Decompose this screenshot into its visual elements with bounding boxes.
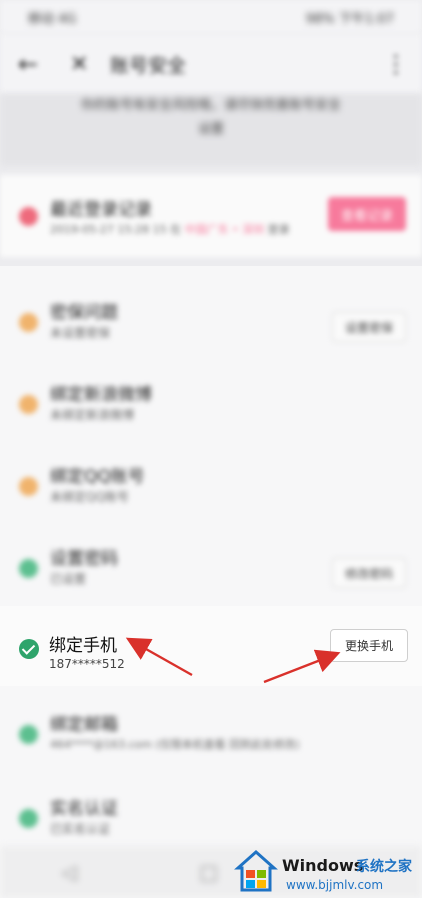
list-item-realname[interactable]: 实名认证 已实名认证 [0,772,422,852]
status-left: 移动 4G [28,11,77,27]
list-item-email[interactable]: 绑定邮箱 464****@163.com (仅限本机查看 回到此处修改) [0,688,422,768]
list-item-sub: 未绑定QQ账号 [50,490,129,504]
list-item-qq[interactable]: 绑定QQ账号 未绑定QQ账号 [0,440,422,520]
phone-number: 187*****512 [49,657,125,671]
list-item-title: 绑定邮箱 [50,715,118,735]
more-options-icon[interactable]: ⋮ [384,50,408,78]
security-tip-banner: 你的账号有安全风险哦，请尽快完善账号安全 设置 [0,94,422,166]
security-settings-card: 密保问题 未设置密保 设置密保 绑定新浪微博 未绑定新浪微博 绑定QQ账号 未绑… [0,266,422,898]
page-title: 账号安全 [110,54,187,77]
list-item-title: 绑定QQ账号 [50,467,145,487]
list-item-password[interactable]: 设置密码 已设置 修改密码 [0,522,422,602]
warning-dot-icon [19,395,38,414]
login-record-detail: 2019-05-27 15:28 15 在 中国广东 • 深圳 登录 [50,223,290,236]
watermark-cn: 系统之家 [356,859,412,875]
list-item-title: 设置密码 [50,549,118,569]
list-item-sub: 已实名认证 [50,822,111,836]
list-item-sub: 464****@163.com (仅限本机查看 回到此处修改) [50,738,300,751]
list-item-sub: 未绑定新浪微博 [50,408,135,422]
warning-dot-icon [19,313,38,332]
ok-dot-icon [19,725,38,744]
warning-dot-icon [19,477,38,496]
watermark-url: www.bjjmlv.com [286,878,384,892]
check-circle-icon [19,639,39,659]
ok-dot-icon [19,559,38,578]
ok-dot-icon [19,809,38,828]
list-item-sub: 未设置密保 [50,326,111,340]
tip-line-2: 设置 [197,122,224,137]
watermark-brand: Windows [282,856,364,875]
tip-line-1: 你的账号有安全风险哦，请尽快完善账号安全 [80,98,341,113]
login-record-card: 最近登录记录 2019-05-27 15:28 15 在 中国广东 • 深圳 登… [0,175,422,257]
login-record-title: 最近登录记录 [50,200,152,220]
list-item-title: 实名认证 [50,799,118,819]
windows-logo-icon [234,850,278,892]
change-password-button[interactable]: 修改密码 [331,558,406,588]
list-item-weibo[interactable]: 绑定新浪微博 未绑定新浪微博 [0,358,422,438]
nav-back-icon[interactable]: ◁ [61,860,76,884]
status-right: 98% 下午1:07 [305,11,394,27]
list-item-title: 绑定新浪微博 [50,385,152,405]
bind-phone-title: 绑定手机 [49,636,117,656]
status-bar: 移动 4G 98% 下午1:07 [0,0,422,34]
list-item-sub: 已设置 [50,572,87,586]
list-item-title: 密保问题 [50,303,118,323]
view-record-button[interactable]: 查看记录 [328,197,406,231]
back-arrow-icon[interactable]: ← [18,50,58,78]
close-icon[interactable]: ✕ [70,52,110,77]
set-security-question-button[interactable]: 设置密保 [331,312,406,342]
change-phone-button[interactable]: 更换手机 [330,629,408,662]
top-nav-bar: ← ✕ 账号安全 ⋮ [0,34,422,94]
watermark: Windows 系统之家 www.bjjmlv.com [234,850,422,898]
list-item-security-question[interactable]: 密保问题 未设置密保 设置密保 [0,276,422,356]
nav-home-icon[interactable]: □ [199,860,218,884]
